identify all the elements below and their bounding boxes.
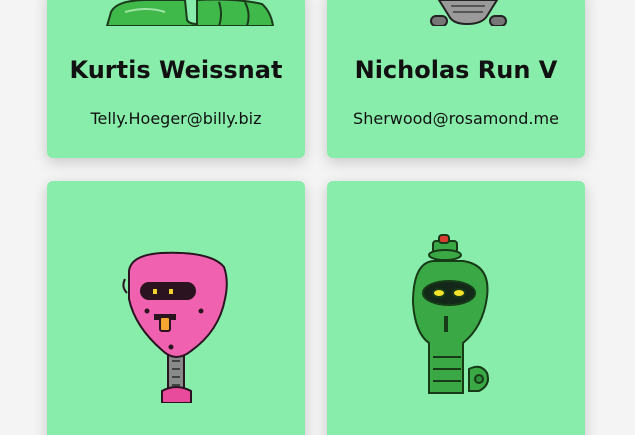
card-email: Telly.Hoeger@billy.biz <box>90 109 262 128</box>
card-email: Sherwood@rosamond.me <box>353 109 559 128</box>
robot-card-grid: Kurtis Weissnat Telly.Hoeger@billy.biz N… <box>0 0 635 435</box>
card-name: Nicholas Run V <box>354 56 558 84</box>
robot-card[interactable]: Kurtis Weissnat Telly.Hoeger@billy.biz <box>47 0 305 158</box>
robot-avatar-image <box>122 251 228 403</box>
robot-card[interactable]: Nicholas Run V Sherwood@rosamond.me <box>327 0 585 158</box>
robot-avatar-image <box>105 0 275 26</box>
card-name: Kurtis Weissnat <box>69 56 283 84</box>
robot-avatar-image <box>411 234 489 394</box>
robot-card[interactable] <box>47 181 305 435</box>
robot-card[interactable] <box>327 181 585 435</box>
robot-avatar-image <box>430 0 507 26</box>
